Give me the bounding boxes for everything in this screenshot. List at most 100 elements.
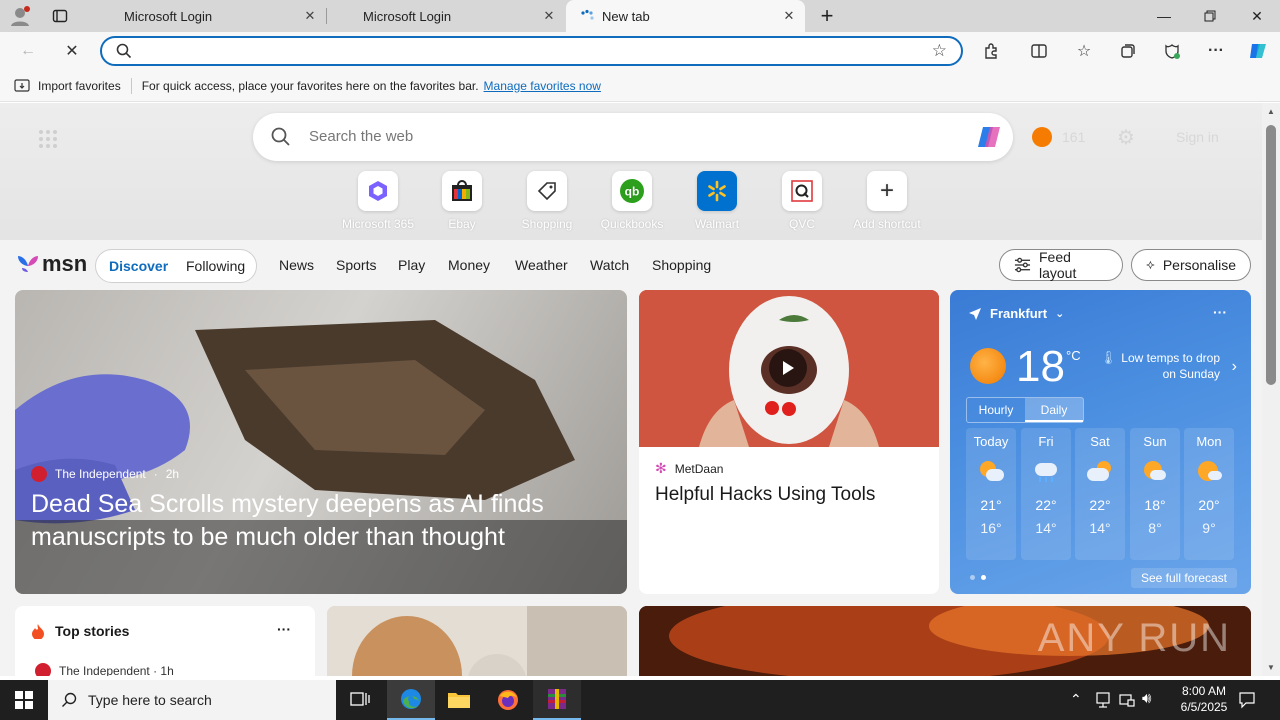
network-icon[interactable] — [1094, 691, 1112, 709]
shortcut-qvc[interactable]: QVC — [762, 171, 842, 231]
weather-card[interactable]: Frankfurt ⌄ ··· 18 °C 🌡 Low temps to dro… — [950, 290, 1251, 594]
hero-source: The Independent · 2h — [31, 466, 179, 482]
favorite-star-icon[interactable]: ☆ — [932, 41, 947, 61]
video-headline[interactable]: Helpful Hacks Using Tools — [655, 484, 925, 506]
see-full-forecast-link[interactable]: See full forecast — [1130, 568, 1237, 588]
tab-daily[interactable]: Daily — [1025, 398, 1083, 422]
nav-weather[interactable]: Weather — [515, 257, 568, 273]
volume-icon[interactable]: 🔊︎ — [1142, 690, 1151, 707]
play-button-icon[interactable] — [769, 349, 807, 387]
scroll-down-icon[interactable]: ▼ — [1267, 663, 1275, 672]
firefox-icon[interactable] — [484, 680, 532, 720]
chevron-up-icon[interactable]: ⌃ — [1070, 691, 1082, 708]
tab-microsoft-login-1[interactable]: Microsoft Login ✕ — [88, 0, 327, 32]
tab-microsoft-login-2[interactable]: Microsoft Login ✕ — [327, 0, 565, 32]
rewards-icon[interactable] — [1032, 127, 1052, 147]
tab-strip: Microsoft Login ✕ Microsoft Login ✕ New … — [0, 0, 1280, 32]
weather-pager[interactable] — [970, 575, 986, 580]
profile-avatar[interactable] — [8, 5, 32, 27]
import-favorites-button[interactable]: Import favorites — [38, 79, 121, 93]
settings-icon[interactable]: ⚙ — [1117, 125, 1135, 150]
top-stories-more-icon[interactable]: ··· — [277, 621, 291, 637]
forecast-low: 16° — [980, 520, 1002, 536]
shortcut-label: QVC — [788, 217, 815, 231]
video-story-card[interactable]: ✻ MetDaan Helpful Hacks Using Tools — [639, 290, 939, 594]
start-button[interactable] — [0, 680, 48, 720]
add-shortcut-button[interactable]: + Add shortcut — [847, 171, 927, 231]
winrar-icon[interactable] — [533, 680, 581, 720]
page-scrollbar[interactable]: ▲ ▼ — [1262, 103, 1280, 676]
sparkle-icon — [1146, 260, 1155, 270]
personalise-button[interactable]: Personalise — [1131, 249, 1251, 281]
favorites-icon[interactable]: ☆ — [1070, 38, 1098, 64]
edge-taskbar-icon[interactable] — [387, 680, 435, 720]
stop-loading-button[interactable]: ✕ — [58, 38, 86, 64]
forecast-day-today[interactable]: Today 21° 16° — [966, 428, 1016, 560]
minimize-button[interactable]: — — [1141, 0, 1187, 32]
file-explorer-icon[interactable] — [435, 680, 483, 720]
nav-sports[interactable]: Sports — [336, 257, 376, 273]
back-button[interactable]: ← — [14, 38, 42, 64]
tab-following[interactable]: Following — [186, 258, 245, 274]
nav-shopping[interactable]: Shopping — [652, 257, 711, 273]
tab-actions-icon[interactable] — [52, 8, 68, 24]
taskbar-search-box[interactable]: Type here to search — [48, 680, 336, 720]
taskbar-date[interactable]: 6/5/2025 — [1170, 700, 1238, 714]
nav-money[interactable]: Money — [448, 257, 490, 273]
forecast-day-fri[interactable]: Fri 22° 14° — [1021, 428, 1071, 560]
address-bar[interactable]: ☆ — [100, 36, 963, 66]
story-card-fire[interactable]: ANY RUN — [639, 606, 1251, 676]
shortcut-shopping[interactable]: Shopping — [507, 171, 587, 231]
more-menu-icon[interactable]: ··· — [1202, 38, 1230, 64]
nav-play[interactable]: Play — [398, 257, 425, 273]
forecast-day-label: Sat — [1090, 434, 1110, 449]
partly-cloudy-icon — [1087, 461, 1113, 483]
weather-alert[interactable]: Low temps to drop on Sunday — [1114, 350, 1220, 382]
split-screen-icon[interactable] — [1025, 38, 1053, 64]
wired-network-icon[interactable] — [1118, 691, 1136, 709]
close-window-button[interactable]: ✕ — [1234, 0, 1280, 32]
notifications-icon[interactable] — [1238, 691, 1256, 709]
restore-button[interactable] — [1187, 0, 1233, 32]
scrollbar-thumb[interactable] — [1266, 125, 1276, 385]
copilot-icon[interactable] — [1244, 38, 1272, 64]
scroll-up-icon[interactable]: ▲ — [1267, 107, 1275, 116]
tab-close-icon[interactable]: ✕ — [781, 8, 797, 24]
apps-launcher-icon[interactable] — [38, 129, 58, 149]
tab-discover[interactable]: Discover — [109, 258, 168, 274]
hero-story-card[interactable]: The Independent · 2h Dead Sea Scrolls my… — [15, 290, 627, 594]
copilot-search-icon[interactable] — [975, 123, 1005, 151]
forecast-day-sun[interactable]: Sun 18° 8° — [1130, 428, 1180, 560]
weather-location[interactable]: Frankfurt ⌄ — [968, 306, 1064, 321]
nav-watch[interactable]: Watch — [590, 257, 629, 273]
forecast-day-sat[interactable]: Sat 22° 14° — [1075, 428, 1125, 560]
msn-logo[interactable]: msn — [16, 250, 87, 278]
shortcut-quickbooks[interactable]: qb Quickbooks — [592, 171, 672, 231]
extensions-icon[interactable] — [977, 38, 1005, 64]
manage-favorites-link[interactable]: Manage favorites now — [484, 79, 601, 93]
forecast-day-mon[interactable]: Mon 20° 9° — [1184, 428, 1234, 560]
chevron-right-icon[interactable]: › — [1232, 358, 1237, 376]
shortcut-ebay[interactable]: Ebay — [422, 171, 502, 231]
nav-news[interactable]: News — [279, 257, 314, 273]
tab-close-icon[interactable]: ✕ — [302, 8, 318, 24]
tab-new-tab[interactable]: New tab ✕ — [566, 0, 805, 32]
shortcut-microsoft-365[interactable]: Microsoft 365 — [338, 171, 418, 231]
taskbar-time[interactable]: 8:00 AM — [1174, 684, 1234, 698]
web-search-box[interactable]: Search the web — [253, 113, 1013, 161]
collections-icon[interactable] — [1114, 38, 1142, 64]
tab-hourly[interactable]: Hourly — [967, 398, 1025, 422]
sign-in-button[interactable]: Sign in — [1176, 129, 1219, 145]
qvc-icon — [782, 171, 822, 211]
video-thumbnail — [639, 290, 939, 447]
new-tab-button[interactable]: + — [815, 3, 839, 28]
shortcut-walmart[interactable]: Walmart — [677, 171, 757, 231]
feed-layout-button[interactable]: Feed layout — [999, 249, 1123, 281]
tab-close-icon[interactable]: ✕ — [541, 8, 557, 24]
weather-more-icon[interactable]: ··· — [1213, 304, 1227, 320]
task-view-icon[interactable] — [336, 680, 384, 720]
feed-toggle: Discover Following — [95, 249, 257, 283]
hero-headline[interactable]: Dead Sea Scrolls mystery deepens as AI f… — [31, 488, 591, 554]
browser-essentials-icon[interactable] — [1158, 38, 1186, 64]
story-card-image[interactable] — [327, 606, 627, 676]
